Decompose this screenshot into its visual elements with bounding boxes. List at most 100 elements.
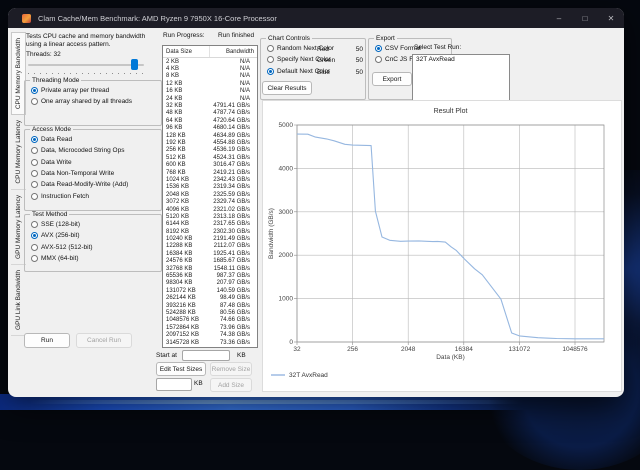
- table-row[interactable]: 1048576 KB74.66 GB/s: [163, 317, 257, 324]
- table-row[interactable]: 2097152 KB74.38 GB/s: [163, 331, 257, 338]
- radio-icon: [31, 87, 38, 94]
- radio-avx-256-bit[interactable]: AVX (256-bit): [25, 230, 161, 241]
- color-field-value: 50: [356, 46, 363, 53]
- export-button[interactable]: Export: [372, 72, 412, 86]
- add-size-input[interactable]: [156, 378, 192, 391]
- radio-private-array-per-thread[interactable]: Private array per thread: [25, 85, 161, 96]
- result-plot-svg: 3225620481638413107210485760100020003000…: [263, 101, 621, 391]
- table-row[interactable]: 192 KB4554.88 GB/s: [163, 139, 257, 146]
- tab-gpu-link-bandwidth[interactable]: GPU Link Bandwidth: [11, 265, 26, 336]
- table-row[interactable]: 6144 KB2317.65 GB/s: [163, 221, 257, 228]
- radio-icon: [267, 56, 274, 63]
- table-row[interactable]: 131072 KB140.59 GB/s: [163, 287, 257, 294]
- table-row[interactable]: 256 KB4536.19 GB/s: [163, 147, 257, 154]
- table-row[interactable]: 1024 KB2342.43 GB/s: [163, 176, 257, 183]
- radio-label: Data, Microcoded String Ops: [41, 147, 124, 154]
- table-row[interactable]: 393216 KB87.48 GB/s: [163, 302, 257, 309]
- cell-bandwidth: 74.66 GB/s: [199, 317, 257, 323]
- radio-label: AVX (256-bit): [41, 232, 80, 239]
- col-data-size[interactable]: Data Size: [163, 46, 210, 57]
- color-field-red[interactable]: Red 50: [317, 46, 363, 53]
- color-field-blue[interactable]: Blue50: [317, 69, 363, 76]
- table-row[interactable]: 128 KB4634.89 GB/s: [163, 132, 257, 139]
- run-button[interactable]: Run: [24, 333, 70, 348]
- radio-data-read-modify-write-add[interactable]: Data Read-Modify-Write (Add): [25, 179, 161, 190]
- threads-slider-track[interactable]: [28, 64, 144, 66]
- test-run-item[interactable]: 32T AvxRead: [413, 55, 509, 64]
- maximize-icon[interactable]: □: [572, 8, 598, 28]
- table-row[interactable]: 2048 KB2325.59 GB/s: [163, 191, 257, 198]
- radio-label: SSE (128-bit): [41, 221, 80, 228]
- chart-controls-title: Chart Controls: [266, 35, 312, 43]
- table-row[interactable]: 524288 KB80.56 GB/s: [163, 309, 257, 316]
- radio-data-non-temporal-write[interactable]: Data Non-Temporal Write: [25, 168, 161, 179]
- cell-bandwidth: 4720.64 GB/s: [198, 118, 257, 124]
- table-row[interactable]: 8 KBN/A: [163, 73, 257, 80]
- table-row[interactable]: 4096 KB2321.02 GB/s: [163, 206, 257, 213]
- radio-icon: [31, 181, 38, 188]
- table-row[interactable]: 16 KBN/A: [163, 88, 257, 95]
- cell-bandwidth: N/A: [198, 73, 257, 79]
- minimize-icon[interactable]: –: [546, 8, 572, 28]
- cell-data-size: 6144 KB: [163, 221, 198, 227]
- radio-mmx-64-bit[interactable]: MMX (64-bit): [25, 253, 161, 264]
- table-row[interactable]: 768 KB2419.21 GB/s: [163, 169, 257, 176]
- radio-data-read[interactable]: Data Read: [25, 134, 161, 145]
- table-row[interactable]: 24576 KB1685.67 GB/s: [163, 258, 257, 265]
- app-icon: [22, 14, 31, 23]
- table-row[interactable]: 96 KB4680.14 GB/s: [163, 125, 257, 132]
- radio-data-microcoded-string-ops[interactable]: Data, Microcoded String Ops: [25, 145, 161, 156]
- table-row[interactable]: 12 KBN/A: [163, 80, 257, 87]
- cell-data-size: 1536 KB: [163, 184, 198, 190]
- cell-bandwidth: 98.49 GB/s: [198, 295, 257, 301]
- table-row[interactable]: 24 KBN/A: [163, 95, 257, 102]
- cell-bandwidth: 4791.41 GB/s: [198, 103, 257, 109]
- table-row[interactable]: 32 KB4791.41 GB/s: [163, 102, 257, 109]
- radio-avx-512-512-bit[interactable]: AVX-512 (512-bit): [25, 242, 161, 253]
- table-row[interactable]: 98304 KB207.97 GB/s: [163, 280, 257, 287]
- radio-icon: [375, 56, 382, 63]
- cell-bandwidth: 4536.19 GB/s: [198, 147, 257, 153]
- cell-bandwidth: 2329.74 GB/s: [198, 199, 257, 205]
- clear-results-button[interactable]: Clear Results: [262, 81, 312, 95]
- table-row[interactable]: 10240 KB2191.49 GB/s: [163, 235, 257, 242]
- table-row[interactable]: 5120 KB2313.18 GB/s: [163, 213, 257, 220]
- test-method-title: Test Method: [30, 211, 69, 219]
- svg-text:256: 256: [347, 346, 358, 353]
- color-field-green[interactable]: Green50: [317, 57, 363, 64]
- radio-one-array-shared-by-all-threads[interactable]: One array shared by all threads: [25, 96, 161, 107]
- table-row[interactable]: 512 KB4524.31 GB/s: [163, 154, 257, 161]
- color-field-label: Red: [317, 46, 329, 53]
- table-row[interactable]: 600 KB3016.47 GB/s: [163, 161, 257, 168]
- table-row[interactable]: 64 KB4720.64 GB/s: [163, 117, 257, 124]
- table-row[interactable]: 3145728 KB73.36 GB/s: [163, 339, 257, 346]
- table-row[interactable]: 32768 KB1548.11 GB/s: [163, 265, 257, 272]
- start-at-input[interactable]: [182, 350, 230, 361]
- table-row[interactable]: 3072 KB2329.74 GB/s: [163, 198, 257, 205]
- access-mode-title: Access Mode: [30, 126, 73, 134]
- table-row[interactable]: 262144 KB98.49 GB/s: [163, 295, 257, 302]
- table-row[interactable]: 65536 KB987.37 GB/s: [163, 272, 257, 279]
- radio-sse-128-bit[interactable]: SSE (128-bit): [25, 219, 161, 230]
- run-progress-label: Run Progress:: [163, 32, 205, 39]
- close-icon[interactable]: ✕: [598, 8, 624, 28]
- tab-label: GPU Memory Latency: [15, 195, 22, 259]
- table-row[interactable]: 1536 KB2319.34 GB/s: [163, 184, 257, 191]
- radio-label: MMX (64-bit): [41, 255, 79, 262]
- edit-test-sizes-button[interactable]: Edit Test Sizes: [156, 362, 206, 376]
- threads-slider-thumb[interactable]: [131, 59, 138, 70]
- radio-instruction-fetch[interactable]: Instruction Fetch: [25, 190, 161, 201]
- table-row[interactable]: 2 KBN/A: [163, 58, 257, 65]
- cell-data-size: 64 KB: [163, 118, 198, 124]
- radio-data-write[interactable]: Data Write: [25, 157, 161, 168]
- col-bandwidth[interactable]: Bandwidth: [210, 49, 257, 55]
- table-row[interactable]: 1572864 KB73.96 GB/s: [163, 324, 257, 331]
- table-header: Data SizeBandwidth: [163, 46, 257, 58]
- table-row[interactable]: 12288 KB2112.07 GB/s: [163, 243, 257, 250]
- table-row[interactable]: 4 KBN/A: [163, 65, 257, 72]
- table-row[interactable]: 8192 KB2302.30 GB/s: [163, 228, 257, 235]
- table-row[interactable]: 16384 KB1925.41 GB/s: [163, 250, 257, 257]
- radio-label: Private array per thread: [41, 87, 109, 94]
- table-row[interactable]: 48 KB4787.74 GB/s: [163, 110, 257, 117]
- color-field-label: Green: [317, 57, 335, 64]
